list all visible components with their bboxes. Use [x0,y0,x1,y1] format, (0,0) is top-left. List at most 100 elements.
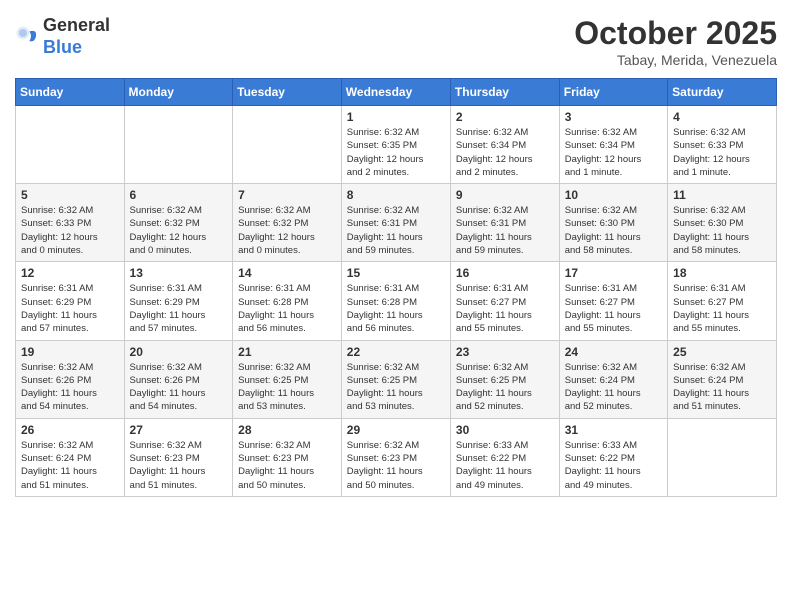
day-info: Sunrise: 6:32 AM Sunset: 6:30 PM Dayligh… [565,204,662,257]
day-info: Sunrise: 6:31 AM Sunset: 6:29 PM Dayligh… [130,282,228,335]
day-info: Sunrise: 6:32 AM Sunset: 6:34 PM Dayligh… [456,126,554,179]
calendar-cell: 1 Sunrise: 6:32 AM Sunset: 6:35 PM Daylig… [341,106,450,184]
logo-text: General Blue [43,15,110,58]
calendar-cell: 2 Sunrise: 6:32 AM Sunset: 6:34 PM Daylig… [450,106,559,184]
day-info: Sunrise: 6:31 AM Sunset: 6:27 PM Dayligh… [456,282,554,335]
day-info: Sunrise: 6:31 AM Sunset: 6:27 PM Dayligh… [565,282,662,335]
day-number: 21 [238,345,336,359]
day-info: Sunrise: 6:33 AM Sunset: 6:22 PM Dayligh… [565,439,662,492]
day-number: 25 [673,345,771,359]
day-info: Sunrise: 6:32 AM Sunset: 6:24 PM Dayligh… [673,361,771,414]
day-number: 18 [673,266,771,280]
logo: General Blue [15,15,110,58]
day-header-thursday: Thursday [450,79,559,106]
day-info: Sunrise: 6:31 AM Sunset: 6:28 PM Dayligh… [347,282,445,335]
calendar-cell: 9Sunrise: 6:32 AM Sunset: 6:31 PM Daylig… [450,184,559,262]
day-info: Sunrise: 6:32 AM Sunset: 6:26 PM Dayligh… [21,361,119,414]
day-number: 28 [238,423,336,437]
day-number: 15 [347,266,445,280]
calendar-cell: 16 Sunrise: 6:31 AM Sunset: 6:27 PM Dayli… [450,262,559,340]
day-info: Sunrise: 6:32 AM Sunset: 6:30 PM Dayligh… [673,204,771,257]
calendar-cell: 31Sunrise: 6:33 AM Sunset: 6:22 PM Dayli… [559,418,667,496]
day-number: 20 [130,345,228,359]
page-header: General Blue October 2025 Tabay, Merida,… [15,15,777,68]
day-info: Sunrise: 6:31 AM Sunset: 6:29 PM Dayligh… [21,282,119,335]
calendar-cell [668,418,777,496]
day-number: 27 [130,423,228,437]
day-info: Sunrise: 6:31 AM Sunset: 6:28 PM Dayligh… [238,282,336,335]
calendar-cell: 12Sunrise: 6:31 AM Sunset: 6:29 PM Dayli… [16,262,125,340]
day-number: 8 [347,188,445,202]
day-header-wednesday: Wednesday [341,79,450,106]
day-number: 19 [21,345,119,359]
calendar-cell: 27Sunrise: 6:32 AM Sunset: 6:23 PM Dayli… [124,418,233,496]
day-number: 6 [130,188,228,202]
day-info: Sunrise: 6:32 AM Sunset: 6:34 PM Dayligh… [565,126,662,179]
day-info: Sunrise: 6:32 AM Sunset: 6:33 PM Dayligh… [673,126,771,179]
day-number: 24 [565,345,662,359]
day-number: 13 [130,266,228,280]
calendar-cell [16,106,125,184]
calendar-cell: 28 Sunrise: 6:32 AM Sunset: 6:23 PM Dayli… [233,418,342,496]
month-title: October 2025 [574,15,777,52]
day-info: Sunrise: 6:32 AM Sunset: 6:23 PM Dayligh… [238,439,336,492]
day-info: Sunrise: 6:32 AM Sunset: 6:33 PM Dayligh… [21,204,119,257]
day-number: 16 [456,266,554,280]
day-info: Sunrise: 6:32 AM Sunset: 6:31 PM Dayligh… [456,204,554,257]
logo-icon [15,25,39,49]
day-number: 26 [21,423,119,437]
day-info: Sunrise: 6:32 AM Sunset: 6:32 PM Dayligh… [238,204,336,257]
title-block: October 2025 Tabay, Merida, Venezuela [574,15,777,68]
calendar-cell [233,106,342,184]
calendar-cell: 20 Sunrise: 6:32 AM Sunset: 6:26 PM Dayli… [124,340,233,418]
day-info: Sunrise: 6:32 AM Sunset: 6:26 PM Dayligh… [130,361,228,414]
calendar-cell: 29 Sunrise: 6:32 AM Sunset: 6:23 PM Dayli… [341,418,450,496]
calendar-cell: 18 Sunrise: 6:31 AM Sunset: 6:27 PM Dayli… [668,262,777,340]
calendar-cell: 30 Sunrise: 6:33 AM Sunset: 6:22 PM Dayli… [450,418,559,496]
day-number: 30 [456,423,554,437]
calendar-cell: 11 Sunrise: 6:32 AM Sunset: 6:30 PM Dayli… [668,184,777,262]
calendar-cell: 24 Sunrise: 6:32 AM Sunset: 6:24 PM Dayli… [559,340,667,418]
day-info: Sunrise: 6:32 AM Sunset: 6:25 PM Dayligh… [347,361,445,414]
day-number: 29 [347,423,445,437]
week-row-2: 12Sunrise: 6:31 AM Sunset: 6:29 PM Dayli… [16,262,777,340]
week-row-1: 5Sunrise: 6:32 AM Sunset: 6:33 PM Daylig… [16,184,777,262]
calendar-body: 1 Sunrise: 6:32 AM Sunset: 6:35 PM Daylig… [16,106,777,497]
day-info: Sunrise: 6:32 AM Sunset: 6:24 PM Dayligh… [21,439,119,492]
day-info: Sunrise: 6:32 AM Sunset: 6:23 PM Dayligh… [347,439,445,492]
day-info: Sunrise: 6:32 AM Sunset: 6:24 PM Dayligh… [565,361,662,414]
day-header-row: SundayMondayTuesdayWednesdayThursdayFrid… [16,79,777,106]
day-info: Sunrise: 6:31 AM Sunset: 6:27 PM Dayligh… [673,282,771,335]
calendar-cell: 8 Sunrise: 6:32 AM Sunset: 6:31 PM Daylig… [341,184,450,262]
day-info: Sunrise: 6:32 AM Sunset: 6:31 PM Dayligh… [347,204,445,257]
location: Tabay, Merida, Venezuela [574,52,777,68]
calendar-cell: 7 Sunrise: 6:32 AM Sunset: 6:32 PM Daylig… [233,184,342,262]
calendar-cell: 21 Sunrise: 6:32 AM Sunset: 6:25 PM Dayli… [233,340,342,418]
calendar-cell: 10 Sunrise: 6:32 AM Sunset: 6:30 PM Dayli… [559,184,667,262]
day-number: 2 [456,110,554,124]
day-info: Sunrise: 6:32 AM Sunset: 6:25 PM Dayligh… [238,361,336,414]
day-number: 10 [565,188,662,202]
day-number: 1 [347,110,445,124]
calendar-cell: 23 Sunrise: 6:32 AM Sunset: 6:25 PM Dayli… [450,340,559,418]
day-info: Sunrise: 6:33 AM Sunset: 6:22 PM Dayligh… [456,439,554,492]
day-number: 14 [238,266,336,280]
calendar-cell: 13 Sunrise: 6:31 AM Sunset: 6:29 PM Dayli… [124,262,233,340]
week-row-0: 1 Sunrise: 6:32 AM Sunset: 6:35 PM Daylig… [16,106,777,184]
calendar-cell [124,106,233,184]
calendar-cell: 6 Sunrise: 6:32 AM Sunset: 6:32 PM Daylig… [124,184,233,262]
day-info: Sunrise: 6:32 AM Sunset: 6:35 PM Dayligh… [347,126,445,179]
logo-blue: Blue [43,37,82,57]
day-number: 7 [238,188,336,202]
day-info: Sunrise: 6:32 AM Sunset: 6:25 PM Dayligh… [456,361,554,414]
calendar-cell: 25 Sunrise: 6:32 AM Sunset: 6:24 PM Dayli… [668,340,777,418]
day-number: 23 [456,345,554,359]
day-header-monday: Monday [124,79,233,106]
calendar-header: SundayMondayTuesdayWednesdayThursdayFrid… [16,79,777,106]
calendar-cell: 26 Sunrise: 6:32 AM Sunset: 6:24 PM Dayli… [16,418,125,496]
calendar-cell: 4Sunrise: 6:32 AM Sunset: 6:33 PM Daylig… [668,106,777,184]
day-number: 22 [347,345,445,359]
calendar-cell: 19 Sunrise: 6:32 AM Sunset: 6:26 PM Dayli… [16,340,125,418]
day-info: Sunrise: 6:32 AM Sunset: 6:32 PM Dayligh… [130,204,228,257]
day-number: 11 [673,188,771,202]
